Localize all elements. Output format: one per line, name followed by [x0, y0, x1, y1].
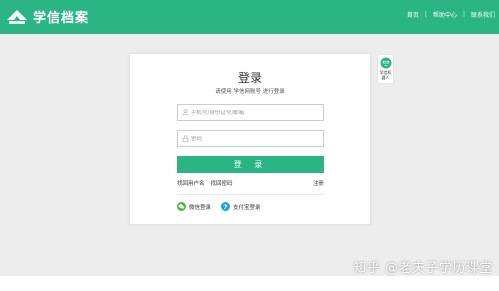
register-link[interactable]: 注册: [313, 179, 324, 187]
watermark-text: 知乎 @老夫子学历课堂: [353, 261, 493, 276]
divider: [177, 194, 324, 195]
logo-icon: [7, 10, 27, 24]
find-password-link[interactable]: 找回密码: [211, 179, 233, 187]
login-subtitle: 请使用 学信网账号 进行登录: [215, 89, 285, 95]
third-party-login: 微信登录 支付宝登录: [177, 202, 261, 211]
username-input[interactable]: [191, 109, 321, 116]
brand-name: 学信档案: [33, 10, 90, 26]
login-title: 登录: [237, 71, 262, 85]
robot-assistant-button[interactable]: 学信机器人: [377, 54, 394, 84]
username-field[interactable]: [177, 104, 324, 121]
password-input[interactable]: [191, 135, 321, 142]
top-header: 学信档案 首页 | 帮助中心 | 联系我们: [0, 0, 499, 34]
site-logo[interactable]: 学信档案: [6, 6, 89, 26]
alipay-icon: [221, 202, 231, 211]
wechat-login-button[interactable]: 微信登录: [177, 202, 211, 211]
nav-separator: |: [424, 11, 427, 18]
robot-label: 学信机器人: [379, 70, 392, 80]
alipay-login-button[interactable]: 支付宝登录: [221, 202, 261, 211]
user-icon: [182, 109, 189, 116]
nav-home-link[interactable]: 首页: [407, 10, 419, 19]
lock-icon: [182, 135, 189, 142]
nav-help-link[interactable]: 帮助中心: [433, 10, 457, 19]
account-links: 找回用户名 找回密码 注册: [177, 179, 324, 187]
footer-strip: [0, 276, 499, 291]
robot-icon: [380, 57, 391, 69]
nav-contact-link[interactable]: 联系我们: [471, 10, 495, 19]
alipay-login-label: 支付宝登录: [233, 204, 261, 211]
top-nav: 首页 | 帮助中心 | 联系我们: [407, 10, 495, 19]
wechat-login-label: 微信登录: [189, 204, 212, 211]
password-field[interactable]: [177, 130, 324, 147]
wechat-icon: [177, 202, 186, 211]
login-card: 登录 请使用 学信网账号 进行登录 登 录 找回用户名 找回密码 注册 微信登录: [129, 53, 371, 225]
login-button[interactable]: 登 录: [177, 156, 324, 173]
nav-separator: |: [462, 11, 465, 18]
find-username-link[interactable]: 找回用户名: [177, 179, 205, 187]
